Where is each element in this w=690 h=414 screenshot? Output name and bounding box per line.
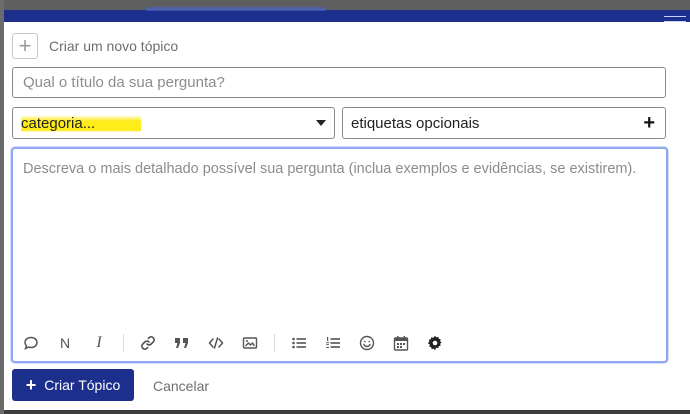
plus-icon: +: [25, 375, 37, 395]
category-value: categoria...: [21, 114, 142, 132]
title-input[interactable]: [13, 68, 665, 97]
image-icon[interactable]: [240, 333, 260, 353]
link-icon[interactable]: [138, 333, 158, 353]
body-editor[interactable]: Descreva o mais detalhado possível sua p…: [11, 147, 668, 363]
top-header-bar: [4, 0, 690, 22]
composer-title: Criar um novo tópico: [49, 38, 179, 54]
plus-icon: +: [12, 33, 38, 59]
emoji-icon[interactable]: [357, 333, 377, 353]
title-field[interactable]: [12, 67, 666, 98]
toolbar-divider: [123, 334, 124, 352]
italic-label: I: [96, 334, 102, 351]
bullet-list-icon[interactable]: [289, 333, 309, 353]
blockquote-icon[interactable]: [172, 333, 192, 353]
tags-placeholder: etiquetas opcionais: [351, 114, 480, 132]
italic-icon[interactable]: I: [89, 333, 109, 353]
bold-label: N: [59, 335, 71, 351]
numbered-list-icon[interactable]: [323, 333, 343, 353]
composer-header: + Criar um novo tópico: [12, 33, 178, 59]
header-tab-indicator: [146, 7, 326, 11]
create-topic-label: Criar Tópico: [44, 377, 121, 393]
bold-icon[interactable]: N: [55, 333, 75, 353]
cancel-link[interactable]: Cancelar: [153, 378, 209, 394]
category-select[interactable]: categoria...: [12, 107, 335, 139]
topic-composer: + Criar um novo tópico categoria... etiq…: [4, 22, 690, 410]
tags-select[interactable]: etiquetas opcionais +: [342, 107, 666, 139]
add-tag-icon[interactable]: +: [643, 113, 655, 133]
caret-down-icon: [316, 120, 326, 126]
quote-icon[interactable]: [21, 333, 41, 353]
calendar-icon[interactable]: [391, 333, 411, 353]
code-icon[interactable]: [206, 333, 226, 353]
editor-toolbar: N I: [21, 333, 459, 353]
create-topic-button[interactable]: + Criar Tópico: [12, 369, 134, 401]
toolbar-divider: [274, 334, 275, 352]
gear-icon[interactable]: [425, 333, 445, 353]
editor-placeholder: Descreva o mais detalhado possível sua p…: [23, 161, 637, 177]
window-bottom-edge: [4, 410, 690, 414]
